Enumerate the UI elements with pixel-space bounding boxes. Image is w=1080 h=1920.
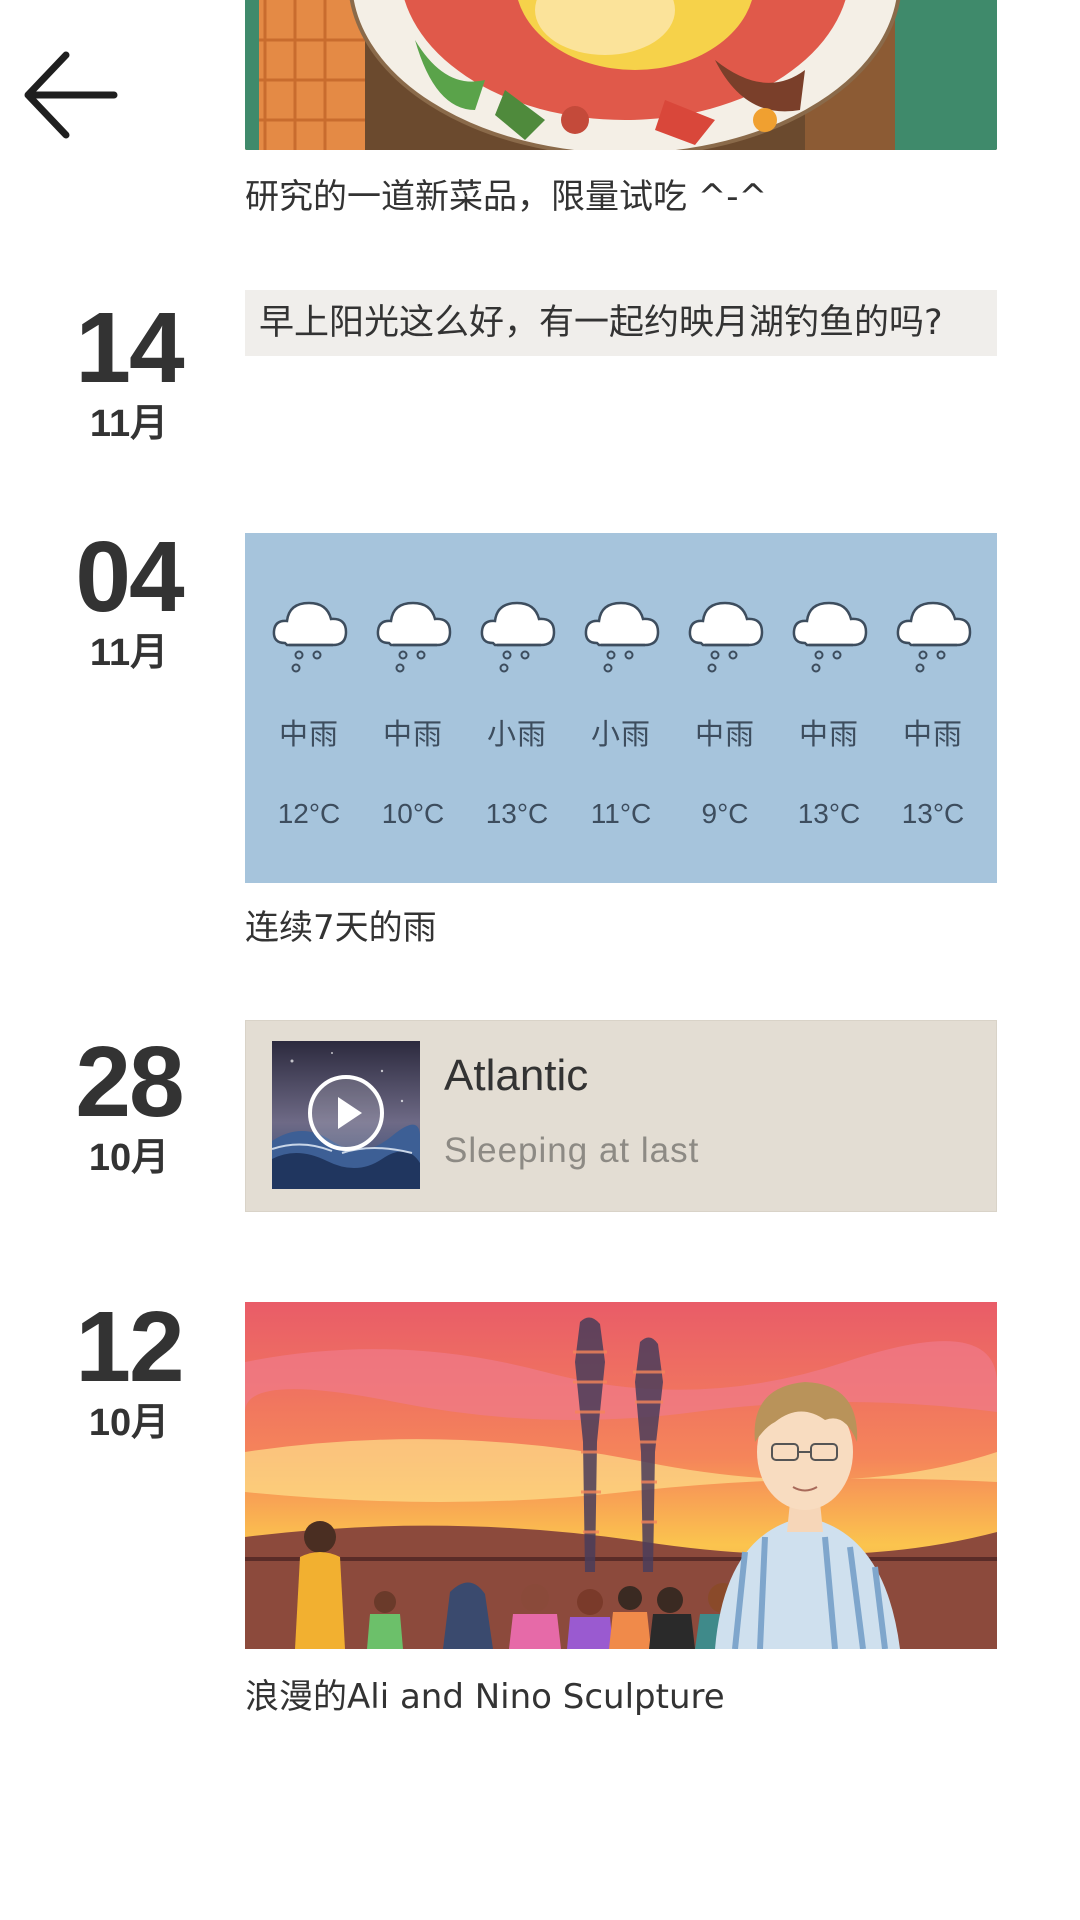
weather-day: 中雨 13°C [881,533,985,883]
weather-day: 中雨 12°C [257,533,361,883]
music-card[interactable]: Atlantic Sleeping at last [245,1020,997,1212]
album-cover [272,1041,420,1189]
weather-day: 中雨 13°C [777,533,881,883]
weather-temperature: 13°C [797,798,861,829]
weather-temperature: 11°C [590,798,652,829]
date-month: 10月 [88,1402,170,1444]
entry-date: 12 10月 [50,1297,208,1445]
weather-day: 中雨 10°C [361,533,465,883]
entry-caption: 研究的一道新菜品，限量试吃 ^-^ [245,177,768,217]
rain-cloud-icon [896,601,972,673]
weather-temperature: 13°C [901,798,965,829]
date-month: 11月 [89,632,169,674]
text-post-card[interactable]: 早上阳光这么好，有一起约映月湖钓鱼的吗? [245,290,997,356]
date-day: 14 [75,292,184,404]
rain-cloud-icon [792,601,868,673]
date-day: 12 [75,1291,184,1403]
weather-temperature: 9°C [701,798,749,829]
weather-temperature: 13°C [485,798,549,829]
date-month: 11月 [89,403,169,445]
rain-cloud-icon [480,601,556,673]
food-image[interactable] [245,0,997,150]
weather-condition: 小雨 [486,717,547,751]
weather-condition: 小雨 [590,717,651,751]
arrow-left-icon [24,51,118,139]
song-artist: Sleeping at last [444,1131,700,1170]
weather-day: 小雨 11°C [569,533,673,883]
weather-forecast-card[interactable]: 中雨 12°C 中雨 10°C 小雨 13°C 小雨 11°C 中雨 9°C 中雨 13°C 中雨 13°… [245,533,997,883]
entry-date: 14 11月 [50,298,208,446]
rain-cloud-icon [376,601,452,673]
date-month: 10月 [88,1137,170,1179]
weather-condition: 中雨 [902,717,963,751]
weather-condition: 中雨 [798,717,859,751]
weather-condition: 中雨 [278,717,339,751]
back-button[interactable] [18,45,118,145]
song-title: Atlantic [444,1051,589,1100]
rain-cloud-icon [688,601,764,673]
weather-condition: 中雨 [382,717,443,751]
date-day: 04 [75,521,184,633]
entry-caption: 连续7天的雨 [245,908,437,948]
rain-cloud-icon [584,601,660,673]
weather-temperature: 10°C [381,798,445,829]
entry-date: 04 11月 [50,527,208,675]
play-button[interactable] [306,1073,386,1153]
entry-caption: 浪漫的Ali and Nino Sculpture [245,1677,725,1717]
rain-cloud-icon [272,601,348,673]
weather-temperature: 12°C [277,798,341,829]
entry-date: 28 10月 [50,1032,208,1180]
weather-day: 小雨 13°C [465,533,569,883]
weather-day: 中雨 9°C [673,533,777,883]
sunset-image[interactable] [245,1302,997,1649]
weather-condition: 中雨 [694,717,755,751]
date-day: 28 [75,1026,184,1138]
play-icon [308,1075,384,1151]
timeline-page: 研究的一道新菜品，限量试吃 ^-^ 14 11月 早上阳光这么好，有一起约映月湖… [0,0,1080,1920]
